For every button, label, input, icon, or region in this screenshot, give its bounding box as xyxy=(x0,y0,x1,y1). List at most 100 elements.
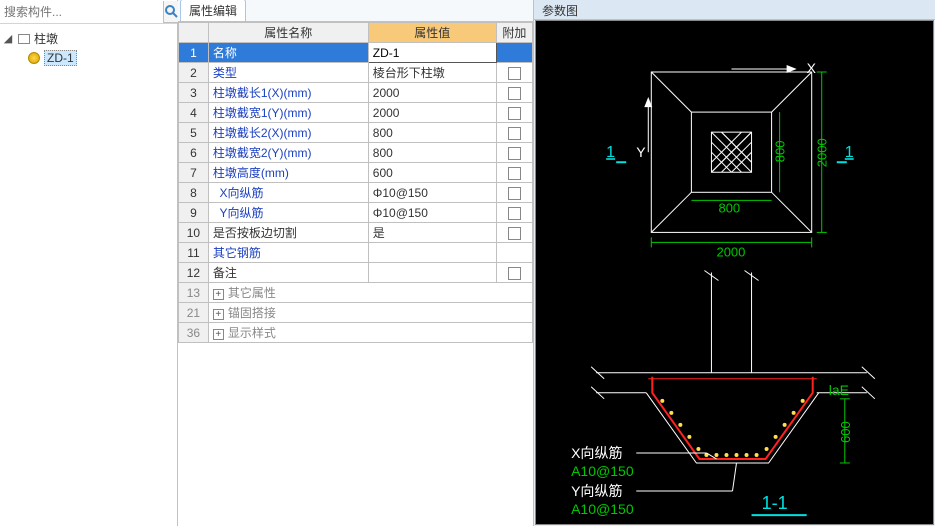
label-x-rebar: X向纵筋 xyxy=(571,445,622,461)
label-y-rebar: Y向纵筋 xyxy=(571,483,622,499)
checkbox-icon[interactable] xyxy=(508,267,521,280)
property-add[interactable] xyxy=(496,223,532,243)
property-value[interactable]: ZD-1 xyxy=(368,43,496,63)
property-add[interactable] xyxy=(496,143,532,163)
table-row[interactable]: 12备注 xyxy=(179,263,533,283)
property-add[interactable] xyxy=(496,263,532,283)
dim-inner-width: 800 xyxy=(718,200,740,215)
property-value[interactable]: 2000 xyxy=(368,83,496,103)
checkbox-icon[interactable] xyxy=(508,227,521,240)
search-button[interactable] xyxy=(163,1,178,23)
folder-icon xyxy=(16,31,32,47)
property-value[interactable]: 是 xyxy=(368,223,496,243)
property-add[interactable] xyxy=(496,123,532,143)
table-row[interactable]: 5柱墩截长2(X)(mm)800 xyxy=(179,123,533,143)
property-value[interactable] xyxy=(368,263,496,283)
checkbox-icon[interactable] xyxy=(508,107,521,120)
checkbox-icon[interactable] xyxy=(508,147,521,160)
header-add[interactable]: 附加 xyxy=(496,23,532,43)
dim-outer-width: 2000 xyxy=(716,244,745,259)
property-value[interactable]: 800 xyxy=(368,123,496,143)
group-name[interactable]: +其它属性 xyxy=(208,283,532,303)
group-row[interactable]: 36+显示样式 xyxy=(179,323,533,343)
table-row[interactable]: 7柱墩高度(mm)600 xyxy=(179,163,533,183)
property-add[interactable] xyxy=(496,243,532,263)
tree-root-label: 柱墩 xyxy=(34,29,58,48)
checkbox-icon[interactable] xyxy=(508,87,521,100)
header-name[interactable]: 属性名称 xyxy=(208,23,368,43)
row-number: 3 xyxy=(179,83,209,103)
group-name[interactable]: +显示样式 xyxy=(208,323,532,343)
table-row[interactable]: 11其它钢筋 xyxy=(179,243,533,263)
row-number: 13 xyxy=(179,283,209,303)
tree-root-item[interactable]: ◢ 柱墩 xyxy=(2,28,175,49)
property-value[interactable]: Φ10@150 xyxy=(368,183,496,203)
table-row[interactable]: 9 Y向纵筋Φ10@150 xyxy=(179,203,533,223)
group-row[interactable]: 21+锚固搭接 xyxy=(179,303,533,323)
row-number: 10 xyxy=(179,223,209,243)
row-number: 6 xyxy=(179,143,209,163)
property-value[interactable]: Φ10@150 xyxy=(368,203,496,223)
expand-icon[interactable]: + xyxy=(213,329,224,340)
dim-inner-height: 800 xyxy=(773,141,788,163)
checkbox-icon[interactable] xyxy=(508,67,521,80)
property-name: 柱墩截长1(X)(mm) xyxy=(208,83,368,103)
property-add[interactable] xyxy=(496,83,532,103)
search-row xyxy=(0,0,177,24)
group-name[interactable]: +锚固搭接 xyxy=(208,303,532,323)
diagram-canvas: X Y 1 1 800 800 2000 xyxy=(535,20,934,525)
property-value[interactable]: 棱台形下柱墩 xyxy=(368,63,496,83)
checkbox-icon[interactable] xyxy=(508,187,521,200)
expand-icon[interactable]: + xyxy=(213,309,224,320)
table-row[interactable]: 1名称ZD-1 xyxy=(179,43,533,63)
property-name: 是否按板边切割 xyxy=(208,223,368,243)
property-value[interactable]: 600 xyxy=(368,163,496,183)
table-row[interactable]: 3柱墩截长1(X)(mm)2000 xyxy=(179,83,533,103)
property-add[interactable] xyxy=(496,163,532,183)
property-name: 类型 xyxy=(208,63,368,83)
tree: ◢ 柱墩 ZD-1 xyxy=(0,24,177,526)
table-row[interactable]: 8 X向纵筋Φ10@150 xyxy=(179,183,533,203)
tree-child-item[interactable]: ZD-1 xyxy=(24,49,175,67)
property-add[interactable] xyxy=(496,43,532,63)
dim-outer-height: 2000 xyxy=(815,138,830,167)
row-number: 2 xyxy=(179,63,209,83)
property-add[interactable] xyxy=(496,63,532,83)
label-lae: laE xyxy=(829,382,849,398)
table-row[interactable]: 6柱墩截宽2(Y)(mm)800 xyxy=(179,143,533,163)
tree-collapse-icon[interactable]: ◢ xyxy=(2,32,14,45)
header-value[interactable]: 属性值 xyxy=(368,23,496,43)
table-row[interactable]: 10是否按板边切割是 xyxy=(179,223,533,243)
property-add[interactable] xyxy=(496,203,532,223)
header-rownum xyxy=(179,23,209,43)
group-row[interactable]: 13+其它属性 xyxy=(179,283,533,303)
search-input[interactable] xyxy=(0,1,163,23)
row-number: 4 xyxy=(179,103,209,123)
property-add[interactable] xyxy=(496,183,532,203)
checkbox-icon[interactable] xyxy=(508,167,521,180)
spec-y-rebar: A10@150 xyxy=(571,501,634,517)
tab-property-edit[interactable]: 属性编辑 xyxy=(180,0,246,21)
property-value[interactable] xyxy=(368,243,496,263)
property-name: Y向纵筋 xyxy=(208,203,368,223)
section-view: laE 600 X向纵筋 A10@150 Y向纵筋 A10@150 1-1 xyxy=(571,367,875,517)
component-icon xyxy=(26,50,42,66)
expand-icon[interactable]: + xyxy=(213,289,224,300)
row-number: 8 xyxy=(179,183,209,203)
checkbox-icon[interactable] xyxy=(508,207,521,220)
property-add[interactable] xyxy=(496,103,532,123)
row-number: 21 xyxy=(179,303,209,323)
property-value[interactable]: 800 xyxy=(368,143,496,163)
table-row[interactable]: 4柱墩截宽1(Y)(mm)2000 xyxy=(179,103,533,123)
spec-x-rebar: A10@150 xyxy=(571,463,634,479)
row-number: 1 xyxy=(179,43,209,63)
row-number: 36 xyxy=(179,323,209,343)
property-value[interactable]: 2000 xyxy=(368,103,496,123)
table-row[interactable]: 2类型棱台形下柱墩 xyxy=(179,63,533,83)
property-name: 柱墩高度(mm) xyxy=(208,163,368,183)
sidebar: ◢ 柱墩 ZD-1 xyxy=(0,0,178,526)
diagram-panel: 参数图 xyxy=(534,0,935,526)
row-number: 9 xyxy=(179,203,209,223)
tree-child-label: ZD-1 xyxy=(44,50,77,66)
checkbox-icon[interactable] xyxy=(508,127,521,140)
